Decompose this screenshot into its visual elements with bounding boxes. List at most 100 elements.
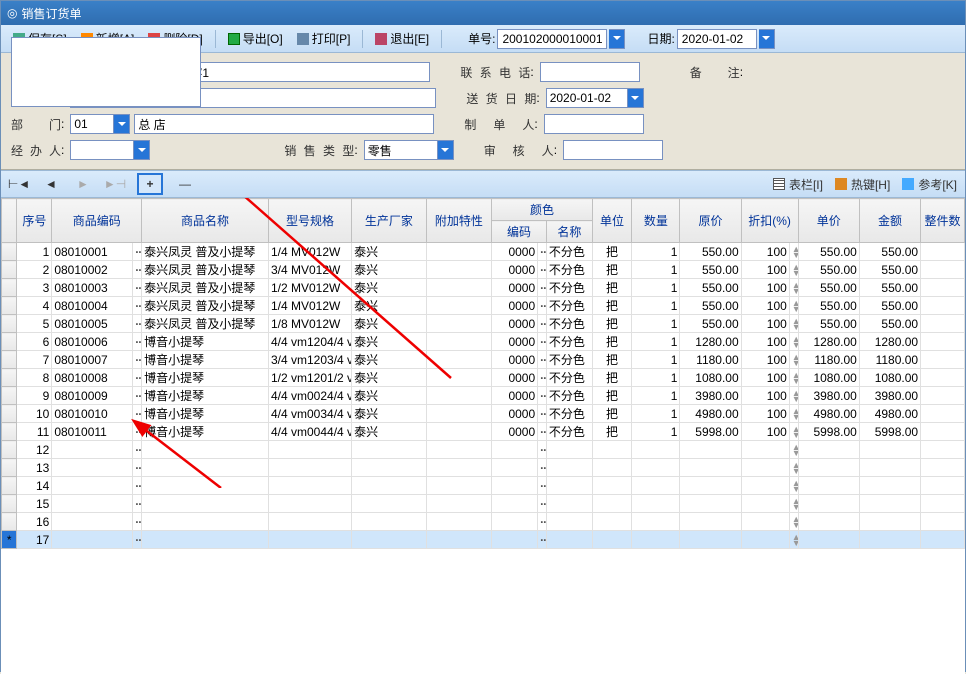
cell-color-code[interactable]	[492, 459, 538, 477]
next-button[interactable]: ►	[73, 174, 93, 194]
row-selector[interactable]	[2, 279, 17, 297]
cell-amount[interactable]	[859, 477, 920, 495]
cell-color-code[interactable]: 0000	[492, 297, 538, 315]
header-spec[interactable]: 型号规格	[268, 199, 351, 243]
cell-amount[interactable]	[859, 495, 920, 513]
cell-unitprice[interactable]: 550.00	[798, 279, 859, 297]
color-picker[interactable]: ···	[538, 441, 547, 459]
cell-color-name[interactable]: 不分色	[546, 351, 592, 369]
code-picker[interactable]: ···	[133, 351, 142, 369]
cell-spec[interactable]: 4/4 vm1204/4 vm120	[268, 333, 351, 351]
cell-amount[interactable]	[859, 513, 920, 531]
cell-code[interactable]	[52, 441, 133, 459]
cell-name[interactable]: 博音小提琴	[142, 333, 269, 351]
cell-amount[interactable]: 1280.00	[859, 333, 920, 351]
row-selector[interactable]	[2, 477, 17, 495]
color-picker[interactable]: ···	[538, 369, 547, 387]
header-amount[interactable]: 金额	[859, 199, 920, 243]
table-row[interactable]: 1008010010···博音小提琴4/4 vm0034/4 vm003泰兴00…	[2, 405, 965, 423]
cell-qty[interactable]: 1	[632, 423, 680, 441]
hotkey-button[interactable]: 热键[H]	[835, 176, 890, 193]
table-row[interactable]: *17······▲▼	[2, 531, 965, 549]
cell-price[interactable]: 550.00	[680, 315, 741, 333]
cell-name[interactable]: 博音小提琴	[142, 387, 269, 405]
cell-qty[interactable]: 1	[632, 405, 680, 423]
color-picker[interactable]: ···	[538, 261, 547, 279]
cell-attr[interactable]	[426, 405, 492, 423]
table-row[interactable]: 908010009···博音小提琴4/4 vm0024/4 vm002泰兴000…	[2, 387, 965, 405]
cell-price[interactable]	[680, 531, 741, 549]
table-row[interactable]: 1108010011···博音小提琴4/4 vm0044/4 vm004泰兴00…	[2, 423, 965, 441]
cell-color-name[interactable]	[546, 477, 592, 495]
discount-spinner[interactable]: ▲▼	[789, 261, 798, 279]
cell-code[interactable]: 08010003	[52, 279, 133, 297]
cell-discount[interactable]: 100	[741, 315, 789, 333]
code-picker[interactable]: ···	[133, 423, 142, 441]
code-picker[interactable]: ···	[133, 279, 142, 297]
color-picker[interactable]: ···	[538, 423, 547, 441]
discount-spinner[interactable]: ▲▼	[789, 315, 798, 333]
color-picker[interactable]: ···	[538, 315, 547, 333]
cell-code[interactable]: 08010005	[52, 315, 133, 333]
cell-discount[interactable]: 100	[741, 423, 789, 441]
cell-spec[interactable]: 4/4 vm0044/4 vm004	[268, 423, 351, 441]
cell-maker[interactable]: 泰兴	[352, 333, 426, 351]
cell-color-name[interactable]	[546, 459, 592, 477]
orderno-dropdown[interactable]	[609, 29, 625, 49]
cell-qty[interactable]	[632, 459, 680, 477]
cell-unit[interactable]: 把	[592, 243, 631, 261]
remark-textarea[interactable]	[11, 37, 201, 107]
cell-name[interactable]: 泰兴凤灵 普及小提琴	[142, 315, 269, 333]
cell-unitprice[interactable]	[798, 459, 859, 477]
cell-color-name[interactable]: 不分色	[546, 297, 592, 315]
cell-unitprice[interactable]	[798, 441, 859, 459]
discount-spinner[interactable]: ▲▼	[789, 531, 798, 549]
cell-price[interactable]: 550.00	[680, 297, 741, 315]
cell-attr[interactable]	[426, 495, 492, 513]
cell-name[interactable]	[142, 459, 269, 477]
cell-qty[interactable]: 1	[632, 279, 680, 297]
cell-price[interactable]: 550.00	[680, 279, 741, 297]
cell-unitprice[interactable]: 1280.00	[798, 333, 859, 351]
cell-maker[interactable]: 泰兴	[352, 279, 426, 297]
discount-spinner[interactable]: ▲▼	[789, 351, 798, 369]
cell-name[interactable]	[142, 513, 269, 531]
cell-attr[interactable]	[426, 261, 492, 279]
row-selector[interactable]	[2, 513, 17, 531]
header-unit[interactable]: 单位	[592, 199, 631, 243]
code-picker[interactable]: ···	[133, 297, 142, 315]
cell-whole[interactable]	[921, 279, 965, 297]
cell-attr[interactable]	[426, 315, 492, 333]
discount-spinner[interactable]: ▲▼	[789, 423, 798, 441]
cell-unit[interactable]: 把	[592, 405, 631, 423]
cell-amount[interactable]: 550.00	[859, 279, 920, 297]
cell-unitprice[interactable]: 5998.00	[798, 423, 859, 441]
color-picker[interactable]: ···	[538, 243, 547, 261]
cell-discount[interactable]: 100	[741, 261, 789, 279]
cell-amount[interactable]: 1180.00	[859, 351, 920, 369]
cell-whole[interactable]	[921, 369, 965, 387]
header-name[interactable]: 商品名称	[142, 199, 269, 243]
row-selector[interactable]	[2, 405, 17, 423]
cell-spec[interactable]: 1/4 MV012W	[268, 297, 351, 315]
cell-qty[interactable]: 1	[632, 243, 680, 261]
code-picker[interactable]: ···	[133, 261, 142, 279]
cell-discount[interactable]: 100	[741, 297, 789, 315]
cell-unitprice[interactable]	[798, 495, 859, 513]
discount-spinner[interactable]: ▲▼	[789, 333, 798, 351]
row-selector[interactable]	[2, 459, 17, 477]
cell-unit[interactable]: 把	[592, 423, 631, 441]
cell-whole[interactable]	[921, 387, 965, 405]
cell-maker[interactable]: 泰兴	[352, 423, 426, 441]
cell-name[interactable]	[142, 441, 269, 459]
cell-maker[interactable]	[352, 531, 426, 549]
cell-unit[interactable]: 把	[592, 387, 631, 405]
cell-name[interactable]	[142, 495, 269, 513]
cell-qty[interactable]: 1	[632, 369, 680, 387]
cell-attr[interactable]	[426, 441, 492, 459]
table-row[interactable]: 708010007···博音小提琴3/4 vm1203/4 vm120泰兴000…	[2, 351, 965, 369]
cell-attr[interactable]	[426, 387, 492, 405]
cell-spec[interactable]	[268, 441, 351, 459]
cell-color-name[interactable]	[546, 531, 592, 549]
cell-discount[interactable]	[741, 441, 789, 459]
